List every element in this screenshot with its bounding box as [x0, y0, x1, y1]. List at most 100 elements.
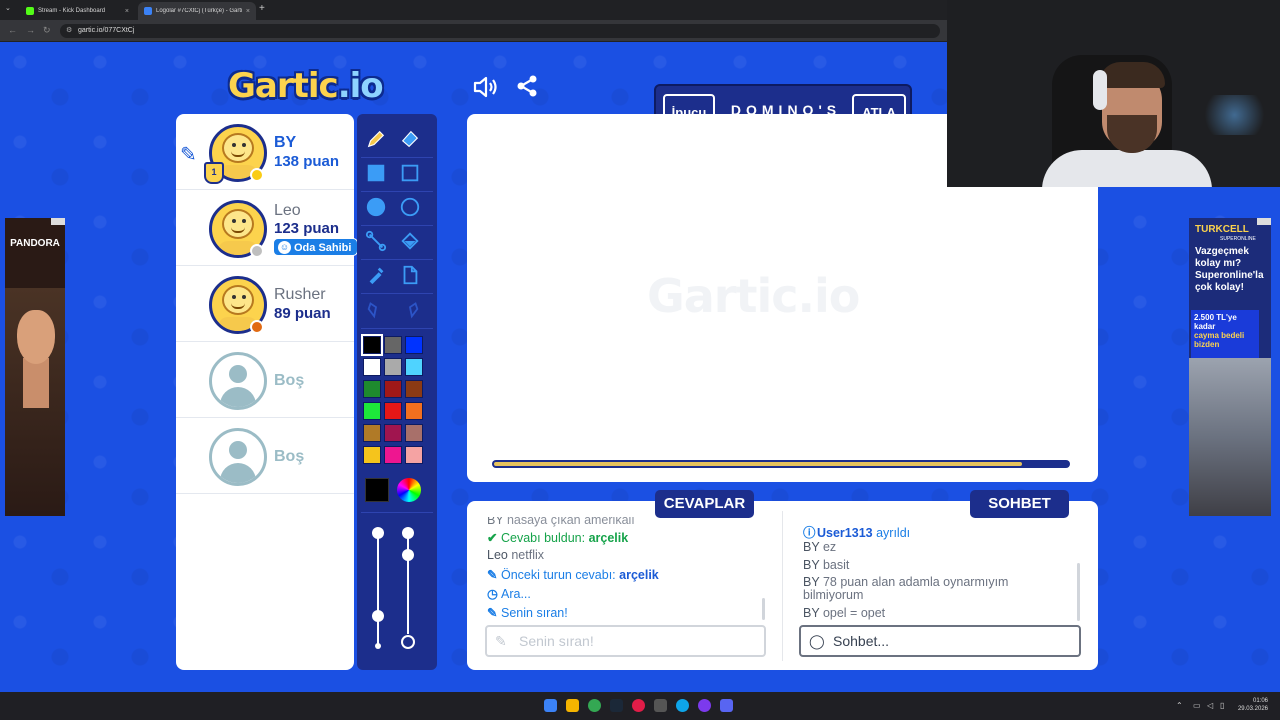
discord-icon[interactable] [720, 699, 733, 712]
left-advertisement[interactable]: PANDORA [5, 218, 65, 516]
chrome-icon[interactable] [588, 699, 601, 712]
rectangle-tool[interactable] [395, 158, 425, 188]
color-swatch[interactable] [363, 446, 381, 464]
color-swatch[interactable] [384, 402, 402, 420]
eraser-tool[interactable] [395, 124, 425, 154]
opacity-slider-max-knob[interactable] [402, 527, 414, 539]
brush-size-min-dot [375, 643, 381, 649]
color-swatch[interactable] [363, 358, 381, 376]
opacity-slider-knob[interactable] [402, 549, 414, 561]
pencil-icon: ✎ [487, 606, 498, 620]
answers-scrollbar[interactable] [762, 598, 765, 620]
trophy-icon: 1 [204, 162, 224, 184]
undo-icon [367, 302, 378, 319]
color-swatch[interactable] [384, 446, 402, 464]
ad-info-icon[interactable] [1257, 218, 1271, 225]
color-swatch[interactable] [384, 358, 402, 376]
ad-brand: PANDORA [10, 238, 60, 249]
answer-input[interactable]: ✎ Senin sıran! [485, 625, 766, 657]
clear-page-tool[interactable] [395, 260, 425, 290]
fill-bucket-tool[interactable] [395, 226, 425, 256]
undo-tool[interactable] [361, 294, 391, 324]
settings-icon[interactable] [654, 699, 667, 712]
sound-button[interactable] [472, 75, 500, 99]
color-swatch[interactable] [405, 424, 423, 442]
drawing-toolbar [357, 114, 437, 670]
network-icon[interactable]: ▭ [1193, 701, 1201, 710]
back-icon[interactable]: ← [8, 25, 17, 35]
speaker-tray-icon[interactable]: ◁ [1207, 701, 1213, 710]
filled-ellipse-tool[interactable] [361, 192, 391, 222]
file-explorer-icon[interactable] [566, 699, 579, 712]
filled-rectangle-tool[interactable] [361, 158, 391, 188]
ad-info-icon[interactable] [51, 218, 65, 225]
color-swatch[interactable] [384, 336, 402, 354]
chat-divider [782, 511, 783, 661]
chat-tab[interactable]: SOHBET [970, 490, 1069, 518]
answer-input-placeholder: Senin sıran! [519, 633, 594, 649]
player-card: Rusher 89 puan [176, 266, 354, 342]
color-swatch[interactable] [363, 424, 381, 442]
line-tool[interactable] [361, 226, 391, 256]
color-swatch[interactable] [405, 358, 423, 376]
pencil-tool[interactable] [361, 124, 391, 154]
player-slot-empty: Boş [176, 342, 354, 418]
close-tab-icon[interactable]: × [125, 8, 129, 15]
system-clock[interactable]: 01:06 29.03.2026 [1238, 697, 1268, 713]
reload-icon[interactable]: ↻ [43, 25, 51, 36]
empty-avatar-icon [209, 352, 267, 410]
right-advertisement[interactable]: TURKCELL SUPERONLINE Vazgeçmek kolay mı?… [1189, 218, 1271, 516]
ad-headline: Vazgeçmek kolay mı? Superonline'la çok k… [1195, 246, 1264, 293]
obs-icon[interactable] [698, 699, 711, 712]
color-swatch[interactable] [405, 402, 423, 420]
empty-slot-label: Boş [274, 372, 305, 389]
color-swatch[interactable] [363, 402, 381, 420]
color-swatch[interactable] [405, 336, 423, 354]
tab-kick-dashboard[interactable]: Stream - Kick Dashboard × [20, 2, 135, 20]
chat-message: ⓘUser1313 ayrıldı [803, 522, 910, 541]
gartic-logo[interactable]: Gartic.io [228, 66, 384, 106]
player-card: ✎ 1 BY 138 puan [176, 114, 354, 190]
color-picker-wheel[interactable] [397, 478, 421, 502]
chat-input[interactable]: ◯ Sohbet... [799, 625, 1081, 657]
tab-title: Stream - Kick Dashboard [38, 8, 106, 14]
forward-icon[interactable]: → [26, 25, 35, 35]
share-button[interactable] [515, 74, 539, 98]
start-icon[interactable] [544, 699, 557, 712]
redo-tool[interactable] [395, 294, 425, 324]
player-name: Rusher [274, 286, 326, 303]
color-swatch[interactable] [405, 446, 423, 464]
steam-icon[interactable] [610, 699, 623, 712]
eyedropper-tool[interactable] [361, 260, 391, 290]
brush-size-slider-track [377, 534, 379, 644]
player-list: ✎ 1 BY 138 puan Leo 123 puan Rusher 89 p… [176, 114, 354, 670]
status-dot [250, 168, 264, 182]
ad-photo [1189, 358, 1271, 516]
color-swatch[interactable] [405, 380, 423, 398]
current-color-swatch[interactable] [365, 478, 389, 502]
color-swatch[interactable] [361, 334, 383, 356]
edge-icon[interactable] [676, 699, 689, 712]
chat-message: BY 78 puan alan adamla oynarmıyım [803, 575, 1009, 589]
ellipse-tool[interactable] [395, 192, 425, 222]
answers-tab[interactable]: CEVAPLAR [655, 490, 754, 518]
site-info-icon[interactable]: ⚙ [66, 24, 72, 38]
tray-arrow-icon[interactable]: ⌃ [1176, 701, 1183, 710]
new-tab-button[interactable]: + [259, 3, 265, 14]
tab-search-icon[interactable]: ⌄ [5, 4, 11, 12]
windows-taskbar: ⌃ ▭ ◁ ▯ 01:06 29.03.2026 [0, 692, 1280, 720]
chat-scrollbar[interactable] [1077, 563, 1080, 621]
color-swatch[interactable] [384, 424, 402, 442]
rectangle-icon [401, 164, 419, 182]
brush-size-slider-knob[interactable] [372, 610, 384, 622]
color-swatch[interactable] [384, 380, 402, 398]
close-tab-icon[interactable]: × [246, 8, 250, 15]
color-swatch[interactable] [363, 380, 381, 398]
room-owner-badge: ☺ Oda Sahibi [273, 238, 359, 256]
brush-size-slider-max-knob[interactable] [372, 527, 384, 539]
battery-icon[interactable]: ▯ [1220, 701, 1224, 710]
opera-icon[interactable] [632, 699, 645, 712]
tab-gartic[interactable]: Logolar #7CXtCj (Türkçe) - Gartic.io × [138, 2, 256, 20]
pencil-icon: ✎ [487, 568, 498, 582]
url-field[interactable]: ⚙ gartic.io/077CXtCj [60, 24, 940, 38]
